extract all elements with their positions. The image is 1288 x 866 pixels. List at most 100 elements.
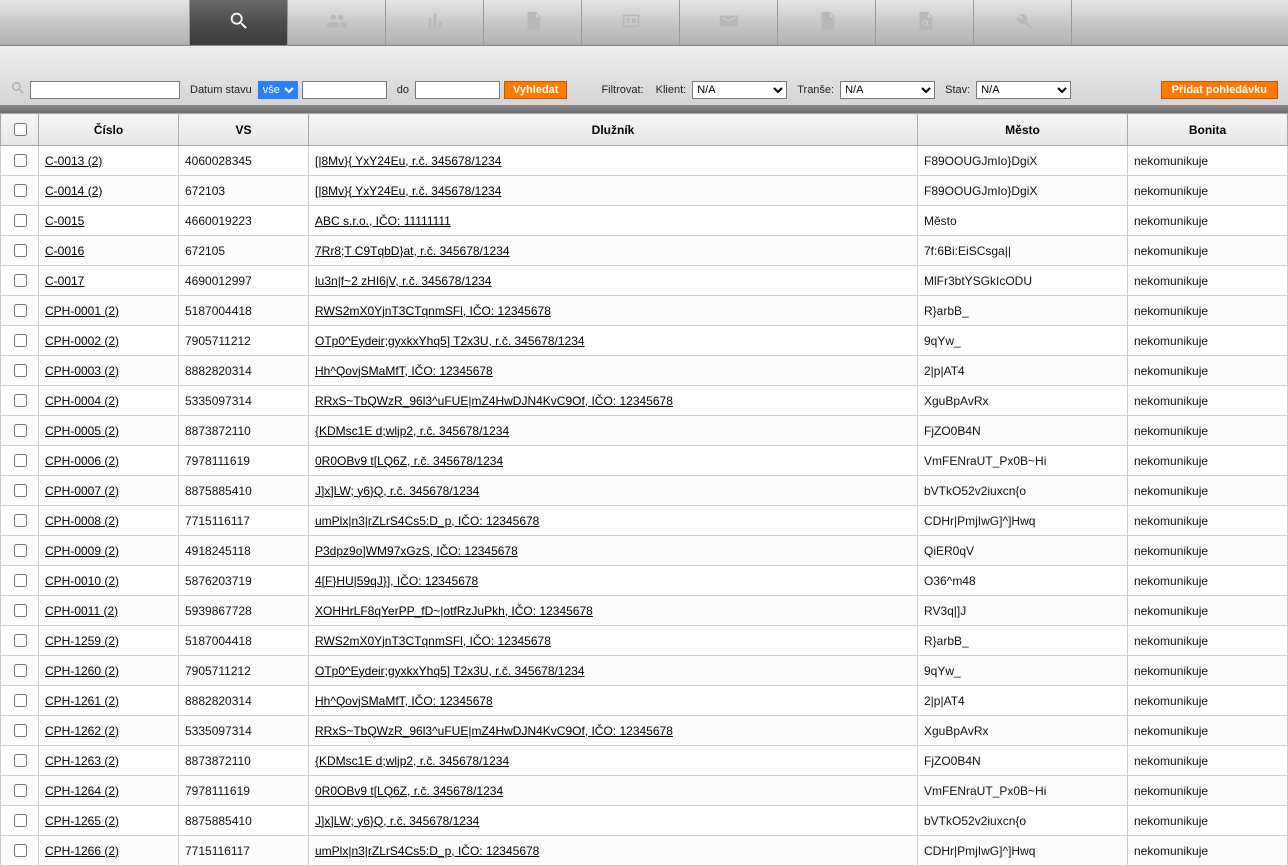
- dluznik-link[interactable]: OTp0^Eydeir;gyxkxYhq5] T2x3U, r.č. 34567…: [315, 664, 585, 678]
- row-checkbox[interactable]: [14, 244, 27, 257]
- cell-dluznik: RRxS~TbQWzR_96l3^uFUE|mZ4HwDJN4KvC9Of, I…: [309, 716, 918, 746]
- add-claim-button[interactable]: Přidat pohledávku: [1161, 81, 1278, 99]
- cislo-link[interactable]: CPH-0010 (2): [45, 574, 119, 588]
- search-button[interactable]: Vyhledat: [504, 81, 567, 99]
- cislo-link[interactable]: CPH-0001 (2): [45, 304, 119, 318]
- dluznik-link[interactable]: OTp0^Eydeir;gyxkxYhq5] T2x3U, r.č. 34567…: [315, 334, 585, 348]
- dluznik-link[interactable]: {KDMsc1E d;wljp2, r.č. 345678/1234: [315, 754, 509, 768]
- row-checkbox[interactable]: [14, 574, 27, 587]
- cislo-link[interactable]: C-0014 (2): [45, 184, 102, 198]
- cislo-link[interactable]: CPH-1263 (2): [45, 754, 119, 768]
- row-checkbox[interactable]: [14, 514, 27, 527]
- dluznik-link[interactable]: 4[F}HU|59qJ}], IČO: 12345678: [315, 574, 478, 588]
- col-header-bonita[interactable]: Bonita: [1128, 114, 1288, 146]
- row-checkbox[interactable]: [14, 424, 27, 437]
- row-checkbox[interactable]: [14, 814, 27, 827]
- dluznik-link[interactable]: RRxS~TbQWzR_96l3^uFUE|mZ4HwDJN4KvC9Of, I…: [315, 394, 673, 408]
- dluznik-link[interactable]: J]x]LW; y6}Q, r.č. 345678/1234: [315, 814, 479, 828]
- cislo-link[interactable]: CPH-0008 (2): [45, 514, 119, 528]
- cislo-link[interactable]: CPH-1260 (2): [45, 664, 119, 678]
- cislo-link[interactable]: CPH-1261 (2): [45, 694, 119, 708]
- cislo-link[interactable]: CPH-0011 (2): [45, 604, 118, 618]
- cislo-link[interactable]: CPH-0004 (2): [45, 394, 119, 408]
- nav-tab-users[interactable]: [288, 0, 386, 45]
- row-checkbox[interactable]: [14, 634, 27, 647]
- select-all-checkbox[interactable]: [14, 123, 27, 136]
- dluznik-link[interactable]: RWS2mX0YjnT3CTqnmSFl, IČO: 12345678: [315, 304, 551, 318]
- dluznik-link[interactable]: [|8Mv}{ YxY24Eu, r.č. 345678/1234: [315, 184, 501, 198]
- dluznik-link[interactable]: umPlx|n3|rZLrS4Cs5:D_p, IČO: 12345678: [315, 514, 539, 528]
- cell-cislo: CPH-0006 (2): [39, 446, 179, 476]
- dluznik-link[interactable]: Hh^QovjSMaMfT, IČO: 12345678: [315, 364, 493, 378]
- row-checkbox[interactable]: [14, 784, 27, 797]
- cislo-link[interactable]: CPH-1264 (2): [45, 784, 119, 798]
- date-from-input[interactable]: [302, 81, 387, 99]
- row-checkbox[interactable]: [14, 604, 27, 617]
- dluznik-link[interactable]: ABC s.r.o., IČO: 11111111: [315, 214, 451, 228]
- row-checkbox[interactable]: [14, 454, 27, 467]
- row-checkbox[interactable]: [14, 364, 27, 377]
- col-header-cislo[interactable]: Číslo: [39, 114, 179, 146]
- row-checkbox[interactable]: [14, 184, 27, 197]
- cislo-link[interactable]: CPH-0005 (2): [45, 424, 119, 438]
- nav-tab-doc-plus[interactable]: [778, 0, 876, 45]
- stav-select[interactable]: N/A: [976, 81, 1071, 99]
- date-to-input[interactable]: [415, 81, 500, 99]
- cislo-link[interactable]: CPH-0003 (2): [45, 364, 119, 378]
- dluznik-link[interactable]: RWS2mX0YjnT3CTqnmSFl, IČO: 12345678: [315, 634, 551, 648]
- nav-tab-card[interactable]: [582, 0, 680, 45]
- dluznik-link[interactable]: Hh^QovjSMaMfT, IČO: 12345678: [315, 694, 493, 708]
- klient-select[interactable]: N/A: [692, 81, 787, 99]
- dluznik-link[interactable]: 0R0OBv9 t[LQ6Z, r.č. 345678/1234: [315, 784, 503, 798]
- row-checkbox[interactable]: [14, 664, 27, 677]
- row-checkbox[interactable]: [14, 544, 27, 557]
- dluznik-link[interactable]: lu3n|f~2 zHI6jV, r.č. 345678/1234: [315, 274, 491, 288]
- col-header-mesto[interactable]: Město: [918, 114, 1128, 146]
- cislo-link[interactable]: CPH-1259 (2): [45, 634, 119, 648]
- cislo-link[interactable]: CPH-1262 (2): [45, 724, 119, 738]
- cislo-link[interactable]: CPH-0009 (2): [45, 544, 119, 558]
- row-checkbox[interactable]: [14, 484, 27, 497]
- cislo-link[interactable]: C-0016: [45, 244, 84, 258]
- cislo-link[interactable]: CPH-1265 (2): [45, 814, 119, 828]
- cislo-link[interactable]: C-0015: [45, 214, 84, 228]
- row-checkbox[interactable]: [14, 724, 27, 737]
- dluznik-link[interactable]: [|8Mv}{ YxY24Eu, r.č. 345678/1234: [315, 154, 501, 168]
- vse-select[interactable]: vše: [258, 81, 298, 99]
- row-checkbox[interactable]: [14, 694, 27, 707]
- row-checkbox[interactable]: [14, 754, 27, 767]
- cislo-link[interactable]: CPH-0007 (2): [45, 484, 119, 498]
- cislo-link[interactable]: C-0017: [45, 274, 84, 288]
- row-checkbox[interactable]: [14, 214, 27, 227]
- row-checkbox[interactable]: [14, 304, 27, 317]
- dluznik-link[interactable]: P3dpz9o]WM97xGzS, IČO: 12345678: [315, 544, 518, 558]
- nav-tab-doc[interactable]: [484, 0, 582, 45]
- row-checkbox[interactable]: [14, 334, 27, 347]
- dluznik-link[interactable]: 0R0OBv9 t[LQ6Z, r.č. 345678/1234: [315, 454, 503, 468]
- row-checkbox[interactable]: [14, 394, 27, 407]
- row-checkbox[interactable]: [14, 274, 27, 287]
- cislo-link[interactable]: CPH-1266 (2): [45, 844, 119, 858]
- transe-select[interactable]: N/A: [840, 81, 935, 99]
- cell-bonita: nekomunikuje: [1128, 236, 1288, 266]
- nav-tab-mail[interactable]: [680, 0, 778, 45]
- dluznik-link[interactable]: umPlx|n3|rZLrS4Cs5:D_p, IČO: 12345678: [315, 844, 539, 858]
- cell-mesto: F89OOUGJmIo}DgiX: [918, 146, 1128, 176]
- nav-tab-doc-search[interactable]: [876, 0, 974, 45]
- dluznik-link[interactable]: {KDMsc1E d;wljp2, r.č. 345678/1234: [315, 424, 509, 438]
- dluznik-link[interactable]: 7Rr8;T C9TqbD}at, r.č. 345678/1234: [315, 244, 510, 258]
- cislo-link[interactable]: CPH-0002 (2): [45, 334, 119, 348]
- row-checkbox[interactable]: [14, 154, 27, 167]
- cislo-link[interactable]: CPH-0006 (2): [45, 454, 119, 468]
- col-header-vs[interactable]: VS: [179, 114, 309, 146]
- dluznik-link[interactable]: XOHHrLF8qYerPP_fD~|otfRzJuPkh, IČO: 1234…: [315, 604, 593, 618]
- dluznik-link[interactable]: RRxS~TbQWzR_96l3^uFUE|mZ4HwDJN4KvC9Of, I…: [315, 724, 673, 738]
- col-header-dluznik[interactable]: Dlužník: [309, 114, 918, 146]
- row-checkbox[interactable]: [14, 844, 27, 857]
- cislo-link[interactable]: C-0013 (2): [45, 154, 102, 168]
- nav-tab-tools[interactable]: [974, 0, 1072, 45]
- dluznik-link[interactable]: J]x]LW; y6}Q, r.č. 345678/1234: [315, 484, 479, 498]
- nav-tab-search[interactable]: [190, 0, 288, 45]
- nav-tab-stats[interactable]: [386, 0, 484, 45]
- search-input[interactable]: [30, 81, 180, 99]
